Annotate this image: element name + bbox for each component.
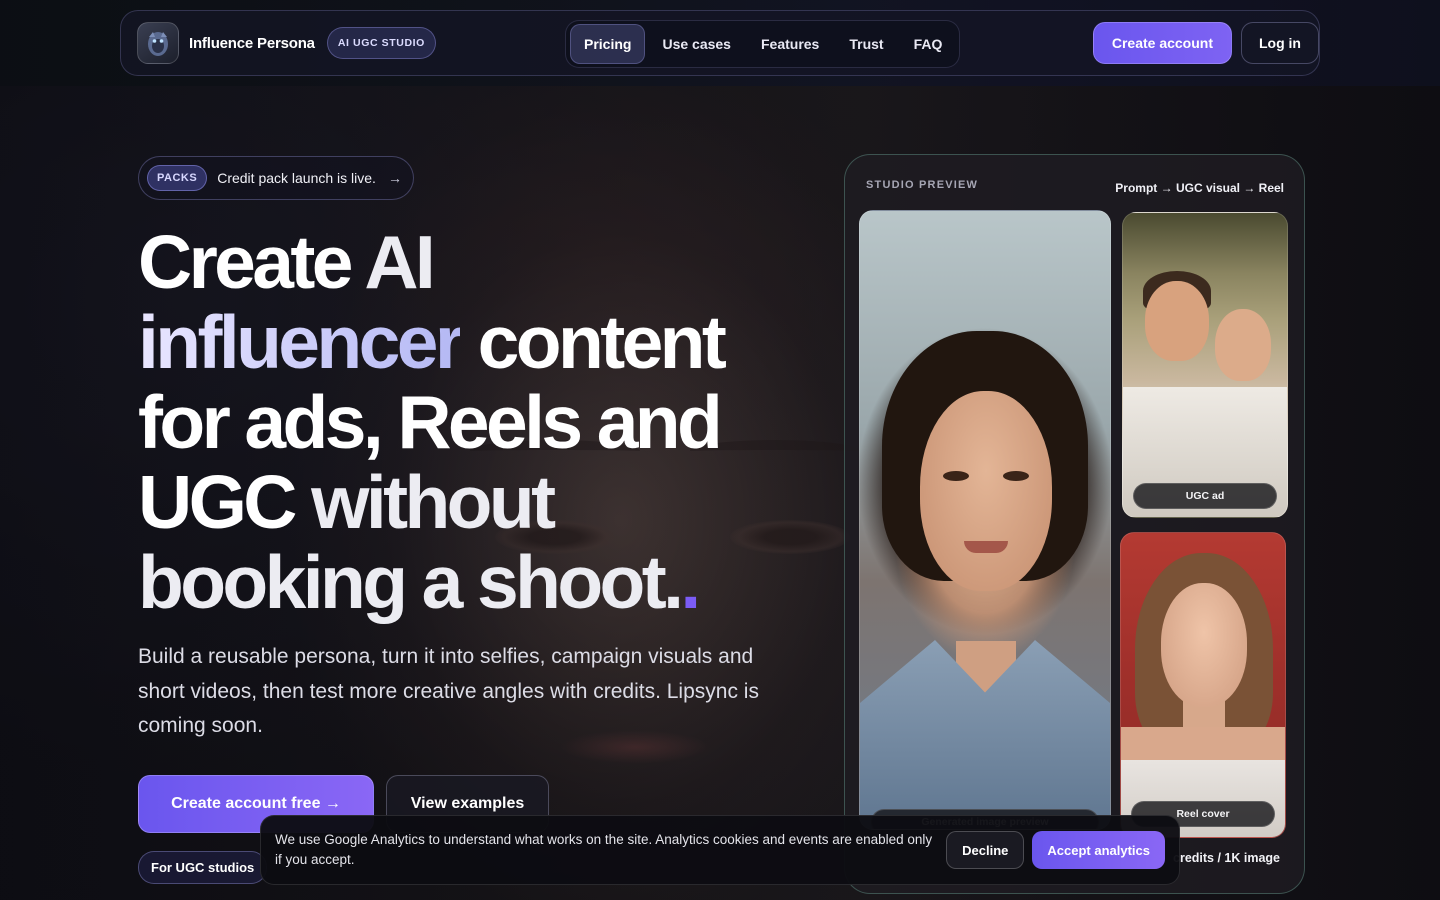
- nav-link-features[interactable]: Features: [748, 25, 832, 63]
- headline-text: for ads, Reels and: [138, 380, 723, 464]
- headline-text: Create: [138, 220, 365, 304]
- generated-image-card[interactable]: Generated image preview: [859, 210, 1111, 830]
- create-account-button[interactable]: Create account: [1092, 22, 1232, 64]
- headline-text: UGC: [138, 460, 297, 544]
- announcement-text: Credit pack launch is live.: [217, 170, 376, 186]
- cookie-actions: Decline Accept analytics: [946, 831, 1165, 869]
- hero-headline: Create AI influencer content for ads, Re…: [138, 222, 828, 622]
- accept-analytics-button[interactable]: Accept analytics: [1032, 831, 1165, 869]
- arrow-right-icon: →: [387, 170, 402, 186]
- brand-name: Influence Persona: [189, 34, 315, 52]
- nav-links: Pricing Use cases Features Trust FAQ: [565, 20, 961, 68]
- log-in-button[interactable]: Log in: [1241, 22, 1319, 64]
- headline-accent-text: influencer: [138, 300, 464, 384]
- nav-link-pricing[interactable]: Pricing: [570, 24, 646, 64]
- cookie-text: We use Google Analytics to understand wh…: [275, 832, 933, 867]
- top-navbar: Influence Persona AI UGC STUDIO Pricing …: [120, 10, 1320, 76]
- for-ugc-studios-chip[interactable]: For UGC studios: [138, 851, 268, 884]
- headline-dot: .: [680, 540, 701, 624]
- reel-cover-card[interactable]: Reel cover: [1120, 532, 1286, 838]
- studio-preview-label: STUDIO PREVIEW: [866, 179, 979, 191]
- announcement-pill[interactable]: PACKS Credit pack launch is live. →: [138, 156, 414, 200]
- studio-flow-text: Prompt → UGC visual → Reel: [1115, 181, 1284, 195]
- brand-badge: AI UGC STUDIO: [326, 27, 436, 59]
- decline-button[interactable]: Decline: [946, 831, 1025, 869]
- brand[interactable]: Influence Persona AI UGC STUDIO: [137, 22, 436, 64]
- announcement-tag: PACKS: [147, 165, 208, 191]
- brand-logo-icon: [137, 22, 179, 64]
- nav-link-faq[interactable]: FAQ: [901, 25, 956, 63]
- headline-text: booking a shoot.: [138, 540, 684, 624]
- ugc-ad-caption: UGC ad: [1133, 483, 1277, 509]
- credits-text: credits / 1K image: [1173, 851, 1280, 865]
- ugc-ad-card[interactable]: UGC ad: [1122, 212, 1288, 518]
- cookie-banner: We use Google Analytics to understand wh…: [260, 815, 1180, 885]
- hero-subtitle: Build a reusable persona, turn it into s…: [138, 645, 759, 737]
- studio-preview-panel: STUDIO PREVIEW Prompt → UGC visual → Ree…: [844, 154, 1305, 894]
- headline-text: without: [293, 460, 556, 544]
- headline-text: content: [460, 300, 727, 384]
- headline-text: AI: [364, 220, 435, 304]
- nav-link-use-cases[interactable]: Use cases: [649, 25, 744, 63]
- nav-actions: Create account Log in: [1092, 22, 1319, 64]
- nav-link-trust[interactable]: Trust: [836, 25, 896, 63]
